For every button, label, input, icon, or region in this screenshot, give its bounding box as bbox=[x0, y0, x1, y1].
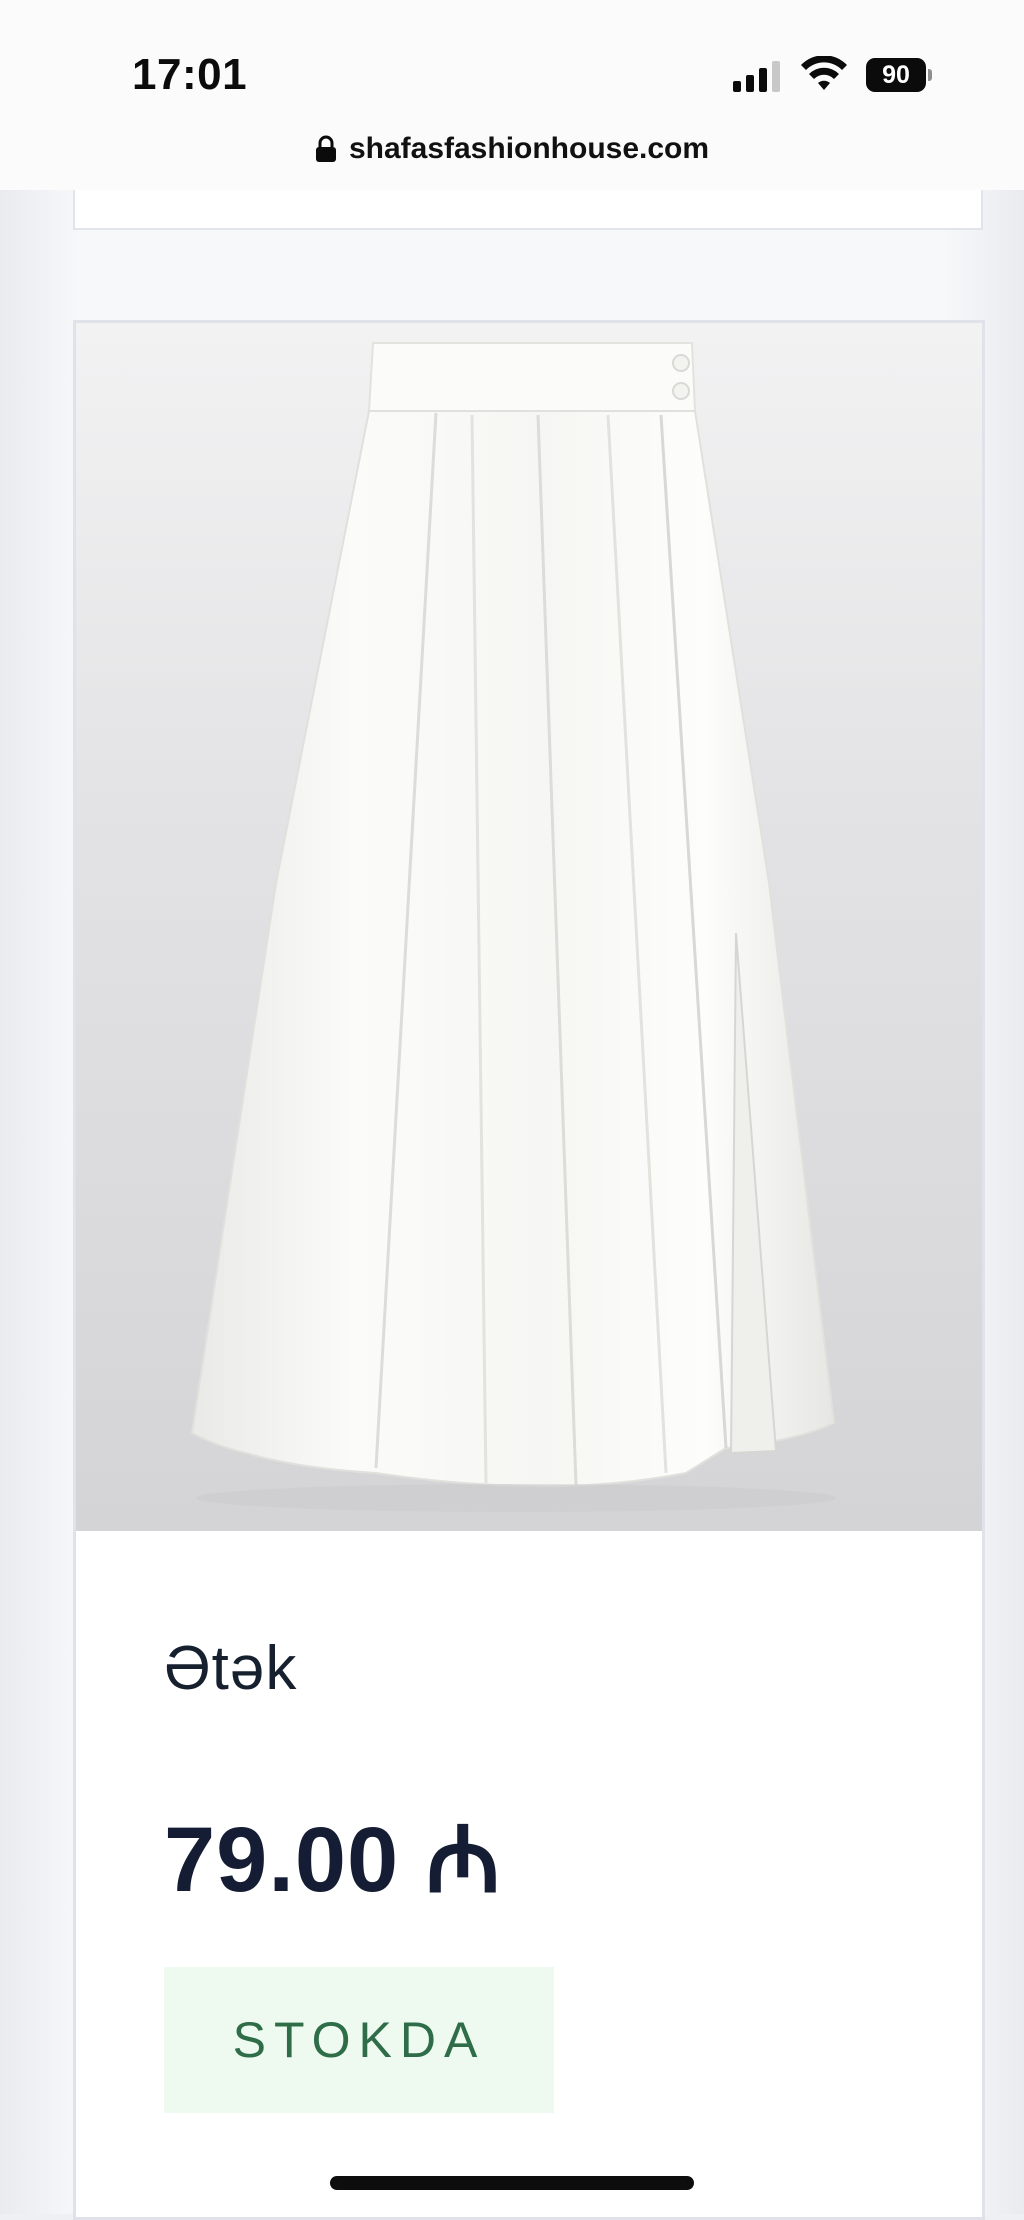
battery-level: 90 bbox=[882, 61, 910, 89]
address-bar[interactable]: shafasfashionhouse.com bbox=[0, 132, 1024, 176]
previous-product-card[interactable] bbox=[73, 190, 983, 230]
home-indicator[interactable] bbox=[330, 2176, 694, 2190]
product-image[interactable] bbox=[76, 323, 982, 1531]
product-title[interactable]: Ətək bbox=[164, 1633, 297, 1704]
product-price: 79.00 ₼ bbox=[164, 1809, 502, 1911]
lock-icon bbox=[315, 135, 336, 162]
product-card[interactable]: Ətək 79.00 ₼ STOKDA bbox=[73, 320, 985, 2220]
signal-bars-icon bbox=[733, 61, 780, 92]
skirt-image bbox=[190, 342, 836, 1512]
stock-status-badge: STOKDA bbox=[164, 1967, 554, 2113]
url-text: shafasfashionhouse.com bbox=[348, 132, 710, 165]
battery-indicator: 90 bbox=[866, 58, 932, 92]
battery-tip bbox=[928, 69, 932, 81]
status-time: 17:01 bbox=[132, 50, 248, 99]
wifi-icon bbox=[801, 56, 847, 90]
status-bar: 17:01 90 shafasfashionhouse.com bbox=[0, 0, 1024, 190]
